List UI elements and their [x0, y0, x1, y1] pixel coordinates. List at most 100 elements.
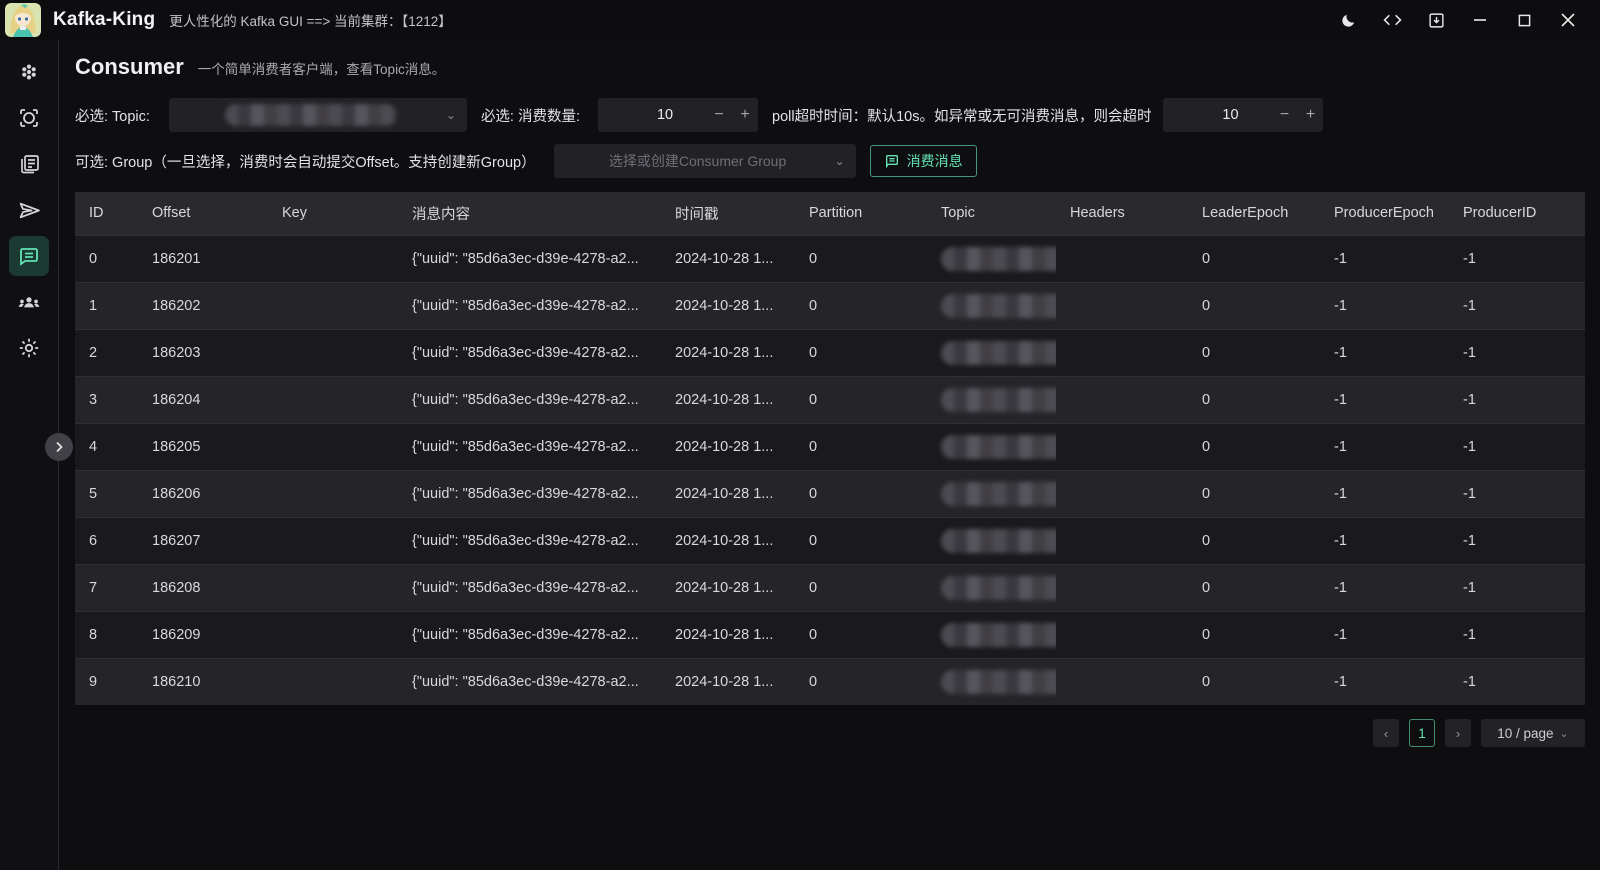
sidebar-item-producer[interactable]: [9, 190, 49, 230]
table-cell: 0: [1188, 329, 1320, 376]
sidebar-item-settings[interactable]: [9, 328, 49, 368]
close-button[interactable]: [1546, 5, 1590, 35]
table-cell: 0: [1188, 517, 1320, 564]
table-row[interactable]: 0186201{"uuid": "85d6a3ec-d39e-4278-a2..…: [75, 235, 1585, 282]
table-cell: -1: [1449, 423, 1585, 470]
next-page-button[interactable]: ›: [1445, 719, 1471, 747]
table-cell: 2024-10-28 1...: [661, 329, 795, 376]
table-cell: 8: [75, 611, 138, 658]
sidebar-item-topics[interactable]: [9, 144, 49, 184]
table-cell: -1: [1449, 329, 1585, 376]
messages-table: IDOffsetKey消息内容时间戳PartitionTopicHeadersL…: [75, 192, 1585, 705]
table-cell: 0: [795, 376, 927, 423]
table-cell: 3: [75, 376, 138, 423]
redacted-topic-value: [225, 104, 397, 126]
sidebar-expand-button[interactable]: [45, 433, 73, 461]
table-cell: [1056, 658, 1188, 705]
group-label: 可选: Group（一旦选择，消费时会自动提交Offset。支持创建新Group…: [75, 151, 536, 172]
table-row[interactable]: 5186206{"uuid": "85d6a3ec-d39e-4278-a2..…: [75, 470, 1585, 517]
table-cell: 2024-10-28 1...: [661, 611, 795, 658]
table-cell: -1: [1449, 564, 1585, 611]
column-header: Headers: [1056, 192, 1188, 235]
sidebar-item-monitor[interactable]: [9, 98, 49, 138]
table-cell: 2024-10-28 1...: [661, 282, 795, 329]
monitor-icon: [17, 106, 41, 130]
sidebar-item-cluster[interactable]: [9, 52, 49, 92]
table-cell: -1: [1320, 517, 1449, 564]
table-row[interactable]: 2186203{"uuid": "85d6a3ec-d39e-4278-a2..…: [75, 329, 1585, 376]
table-cell: 186201: [138, 235, 268, 282]
decrement-icon[interactable]: −: [1271, 106, 1297, 124]
topic-cell: ...: [927, 329, 1056, 376]
table-cell: 186205: [138, 423, 268, 470]
table-cell: {"uuid": "85d6a3ec-d39e-4278-a2...: [398, 611, 661, 658]
table-cell: [1056, 282, 1188, 329]
minimize-button[interactable]: [1458, 5, 1502, 35]
message-icon: [884, 153, 900, 169]
table-row[interactable]: 3186204 {"uuid": "85d6a3ec-d39e-4278-a2..…: [75, 376, 1585, 423]
group-select[interactable]: 选择或创建Consumer Group ⌄: [554, 144, 856, 178]
redacted-topic-pill: [941, 435, 1056, 459]
redacted-topic-pill: [941, 529, 1056, 553]
table-cell: [1056, 329, 1188, 376]
consume-count-input[interactable]: 10 − +: [598, 98, 758, 132]
table-cell: -1: [1320, 611, 1449, 658]
table-cell: -1: [1320, 282, 1449, 329]
table-cell: -1: [1320, 658, 1449, 705]
table-cell: [268, 611, 398, 658]
table-cell: {"uuid": "85d6a3ec-d39e-4278-a2...: [398, 376, 661, 423]
table-row[interactable]: 9186210{"uuid": "85d6a3ec-d39e-4278-a2..…: [75, 658, 1585, 705]
table-cell: [268, 376, 398, 423]
table-cell: -1: [1449, 282, 1585, 329]
chevron-down-icon: ⌄: [1560, 727, 1569, 740]
poll-timeout-input[interactable]: 10 − +: [1163, 98, 1323, 132]
table-cell: 2024-10-28 1...: [661, 235, 795, 282]
column-header: LeaderEpoch: [1188, 192, 1320, 235]
table-cell: 0: [795, 564, 927, 611]
table-cell: 0: [1188, 658, 1320, 705]
page-size-select[interactable]: 10 / page ⌄: [1481, 719, 1585, 747]
topic-cell: ...: [927, 235, 1056, 282]
table-cell: 1: [75, 282, 138, 329]
sidebar-item-consumer[interactable]: [9, 236, 49, 276]
table-row[interactable]: 8186209{"uuid": "85d6a3ec-d39e-4278-a2..…: [75, 611, 1585, 658]
decrement-icon[interactable]: −: [706, 106, 732, 124]
prev-page-button[interactable]: ‹: [1373, 719, 1399, 747]
column-header: 时间戳: [661, 192, 795, 235]
maximize-button[interactable]: [1502, 5, 1546, 35]
table-cell: {"uuid": "85d6a3ec-d39e-4278-a2...: [398, 658, 661, 705]
table-cell: -1: [1449, 517, 1585, 564]
table-cell: 186204: [138, 376, 268, 423]
table-cell: 0: [1188, 470, 1320, 517]
redacted-topic-pill: [941, 670, 1056, 694]
increment-icon[interactable]: +: [1297, 106, 1323, 124]
code-icon[interactable]: [1370, 5, 1414, 35]
app-title: Kafka-King: [53, 9, 155, 31]
topic-cell: [927, 611, 1056, 658]
table-cell: 7: [75, 564, 138, 611]
pagination: ‹ 1 › 10 / page ⌄: [75, 719, 1585, 747]
increment-icon[interactable]: +: [732, 106, 758, 124]
table-cell: [1056, 470, 1188, 517]
download-update-icon[interactable]: [1414, 5, 1458, 35]
table-cell: 0: [795, 282, 927, 329]
table-row[interactable]: 4186205{"uuid": "85d6a3ec-d39e-4278-a2..…: [75, 423, 1585, 470]
topic-select[interactable]: ⌄: [169, 98, 467, 132]
table-cell: {"uuid": "85d6a3ec-d39e-4278-a2...: [398, 329, 661, 376]
sidebar-item-consumer-groups[interactable]: [9, 282, 49, 322]
topic-cell: .: [927, 564, 1056, 611]
current-page-button[interactable]: 1: [1409, 719, 1435, 747]
table-row[interactable]: 7186208{"uuid": "85d6a3ec-d39e-4278-a2..…: [75, 564, 1585, 611]
redacted-topic-pill: [941, 576, 1056, 600]
table-row[interactable]: 6186207{"uuid": "85d6a3ec-d39e-4278-a2..…: [75, 517, 1585, 564]
cluster-icon: [17, 60, 41, 84]
table-cell: -1: [1320, 329, 1449, 376]
column-header: Partition: [795, 192, 927, 235]
table-cell: [268, 658, 398, 705]
table-cell: -1: [1449, 235, 1585, 282]
page-size-value: 10 / page: [1497, 726, 1553, 741]
consume-messages-button[interactable]: 消费消息: [870, 145, 977, 177]
theme-moon-icon[interactable]: [1326, 5, 1370, 35]
table-row[interactable]: 1186202{"uuid": "85d6a3ec-d39e-4278-a2..…: [75, 282, 1585, 329]
table-cell: 2024-10-28 1...: [661, 658, 795, 705]
